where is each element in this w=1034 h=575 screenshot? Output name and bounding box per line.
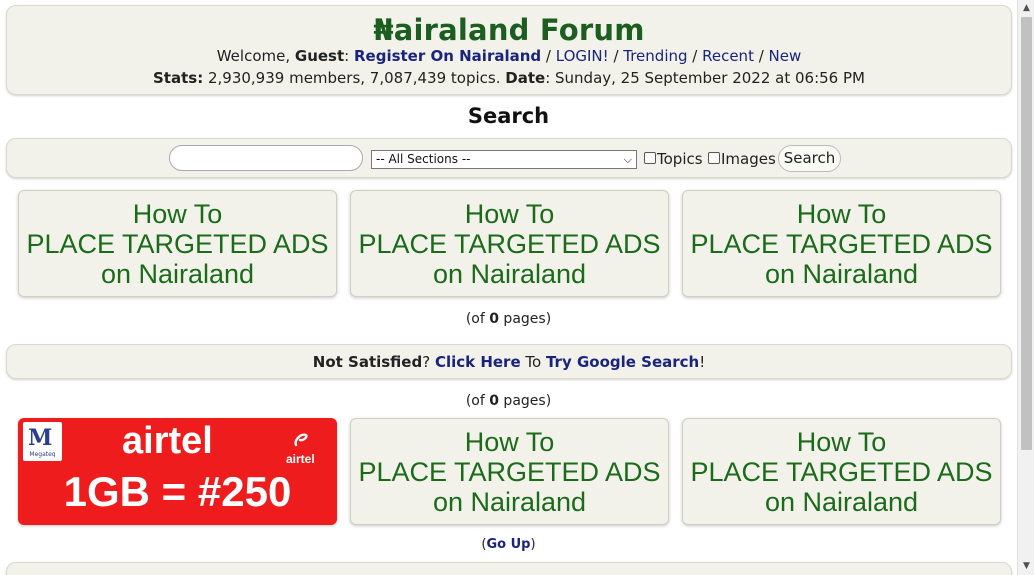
ad-banner[interactable]: How To PLACE TARGETED ADS on Nairaland <box>350 418 669 525</box>
megateq-logo-text: Megateq <box>29 451 56 458</box>
stats-line: Stats: 2,930,939 members, 7,087,439 topi… <box>7 69 1011 87</box>
images-label[interactable]: Images <box>721 150 776 168</box>
airtel-brand: airtel <box>122 420 213 462</box>
date-label: Date <box>505 69 546 87</box>
section-select[interactable]: -- All Sections -- ⌵ <box>371 150 637 169</box>
login-link[interactable]: LOGIN! <box>556 47 609 65</box>
go-up-link[interactable]: Go Up <box>487 537 531 552</box>
chevron-down-icon: ⌵ <box>623 153 632 166</box>
welcome-prefix: Welcome, <box>216 47 295 65</box>
scroll-down-icon[interactable]: ▼ <box>1018 558 1034 575</box>
ad-banner[interactable]: How To PLACE TARGETED ADS on Nairaland <box>682 190 1001 297</box>
go-up-close: ) <box>530 537 536 552</box>
site-logo[interactable]: ₦airaland Forum <box>7 13 1011 47</box>
ad-line: on Nairaland <box>764 259 919 289</box>
go-up: (Go Up) <box>0 537 1017 552</box>
ad-line: PLACE TARGETED ADS <box>358 229 661 259</box>
ad-line: on Nairaland <box>100 259 255 289</box>
pages-open: (of <box>465 393 490 409</box>
pages-count: (of 0 pages) <box>0 393 1017 409</box>
separator: / <box>541 47 556 65</box>
megateq-mark-icon: M <box>28 425 53 451</box>
new-link[interactable]: New <box>769 47 802 65</box>
exclamation: ! <box>699 353 706 371</box>
ad-banner[interactable]: How To PLACE TARGETED ADS on Nairaland <box>682 418 1001 525</box>
airtel-small-brand: airtel <box>286 452 315 466</box>
ad-line: PLACE TARGETED ADS <box>358 457 661 487</box>
guest-label: Guest <box>294 47 345 65</box>
airtel-ad-banner[interactable]: M Megateq airtel airtel 1GB = #250 <box>18 418 337 525</box>
pages-close: pages) <box>498 393 552 409</box>
date-value: : Sunday, 25 September 2022 at 06:56 PM <box>545 69 865 87</box>
ad-line: on Nairaland <box>432 487 587 517</box>
not-satisfied-label: Not Satisfied <box>312 353 423 371</box>
topics-checkbox[interactable] <box>644 152 656 164</box>
stats-label: Stats: <box>153 69 204 87</box>
ad-line: PLACE TARGETED ADS <box>26 229 329 259</box>
vertical-scrollbar[interactable]: ▲ ▼ <box>1017 0 1034 575</box>
separator: / <box>687 47 703 65</box>
site-header: ₦airaland Forum Welcome, Guest: Register… <box>6 5 1012 95</box>
airtel-swirl-icon <box>294 433 308 447</box>
ad-banner[interactable]: How To PLACE TARGETED ADS on Nairaland <box>350 190 669 297</box>
page-title: Search <box>467 104 550 128</box>
trending-link[interactable]: Trending <box>623 47 687 65</box>
page-content: ₦airaland Forum Welcome, Guest: Register… <box>0 0 1017 575</box>
not-satisfied-bar: Not Satisfied? Click Here To Try Google … <box>6 344 1012 379</box>
ad-line: How To <box>464 427 555 457</box>
search-bar: -- All Sections -- ⌵ Topics Images Searc… <box>6 138 1012 178</box>
to-text: To <box>520 353 546 371</box>
megateq-logo: M Megateq <box>23 422 62 461</box>
question-mark: ? <box>422 353 435 371</box>
search-input[interactable] <box>169 145 363 171</box>
section-select-value: -- All Sections -- <box>376 152 471 166</box>
ad-line: on Nairaland <box>432 259 587 289</box>
pages-number: 0 <box>489 311 499 327</box>
pages-close: pages) <box>498 311 552 327</box>
click-here-link[interactable]: Click Here <box>435 353 521 371</box>
scroll-up-icon[interactable]: ▲ <box>1018 0 1034 17</box>
welcome-line: Welcome, Guest: Register On Nairaland / … <box>7 47 1011 65</box>
airtel-offer: 1GB = #250 <box>63 468 292 515</box>
search-button[interactable]: Search <box>778 145 841 172</box>
google-search-link[interactable]: Try Google Search <box>546 353 699 371</box>
ad-line: PLACE TARGETED ADS <box>690 229 993 259</box>
register-link[interactable]: Register On Nairaland <box>354 47 541 65</box>
ad-line: on Nairaland <box>764 487 919 517</box>
topics-label[interactable]: Topics <box>657 150 703 168</box>
images-checkbox[interactable] <box>708 152 720 164</box>
scrollbar-thumb[interactable] <box>1021 17 1032 450</box>
recent-link[interactable]: Recent <box>702 47 754 65</box>
pages-number: 0 <box>489 393 499 409</box>
ad-banner[interactable]: How To PLACE TARGETED ADS on Nairaland <box>18 190 337 297</box>
ad-line: How To <box>796 427 887 457</box>
ad-line: PLACE TARGETED ADS <box>690 457 993 487</box>
separator: / <box>753 47 769 65</box>
footer-box <box>6 562 1012 575</box>
ad-line: How To <box>132 199 223 229</box>
ad-line: How To <box>464 199 555 229</box>
stats-value: 2,930,939 members, 7,087,439 topics. <box>203 69 506 87</box>
separator: / <box>608 47 624 65</box>
ad-line: How To <box>796 199 887 229</box>
pages-open: (of <box>465 311 490 327</box>
welcome-colon: : <box>344 47 354 65</box>
pages-count: (of 0 pages) <box>0 311 1017 327</box>
